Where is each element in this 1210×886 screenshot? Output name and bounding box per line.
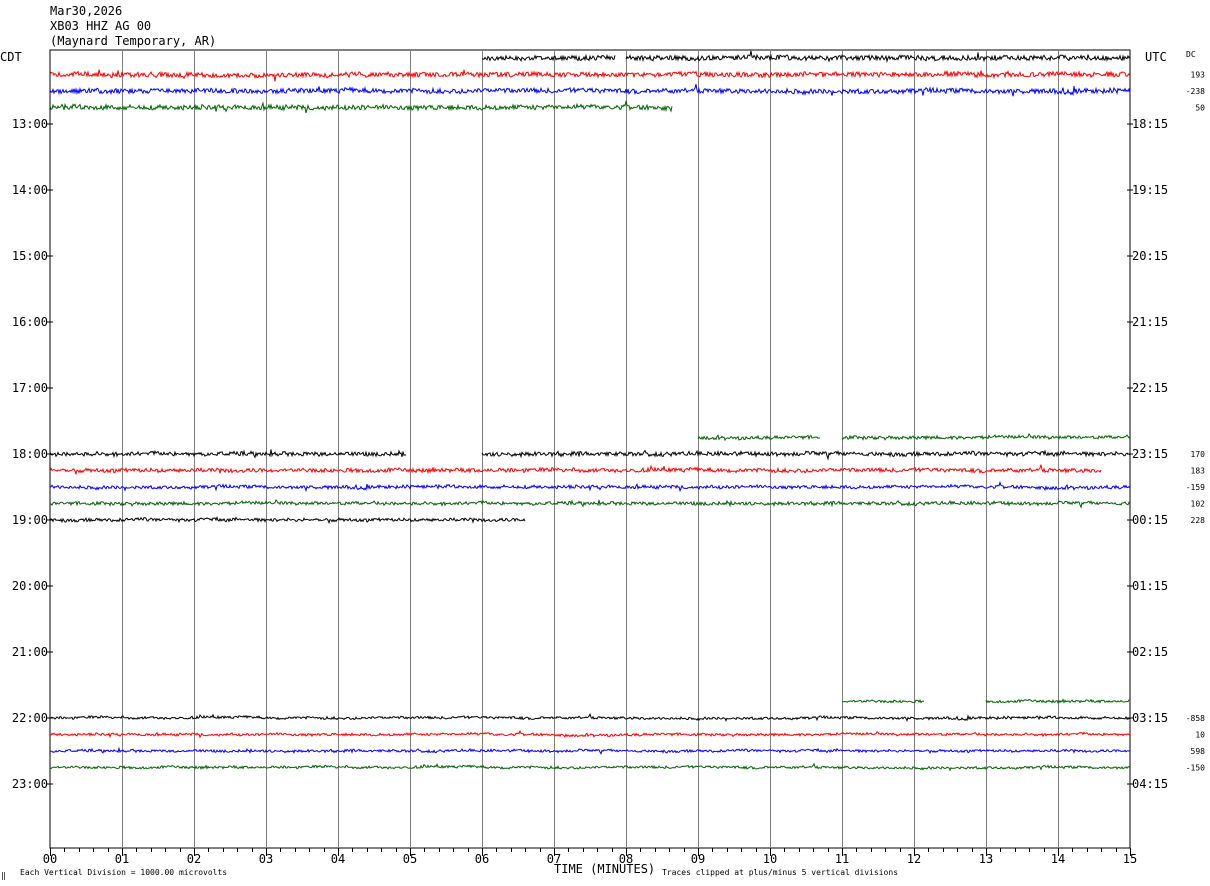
x-tick-label: 00 <box>43 852 57 866</box>
x-tick-label: 03 <box>259 852 273 866</box>
x-tick-label: 02 <box>187 852 201 866</box>
left-hour-label: 19:00 <box>12 513 48 527</box>
x-tick-label: 07 <box>547 852 561 866</box>
left-hour-label: 23:00 <box>12 777 48 791</box>
seismic-trace-row-27 <box>49 499 1131 509</box>
x-tick-label: 01 <box>115 852 129 866</box>
seismic-trace-row-24 <box>481 449 1131 461</box>
left-hour-label: 18:00 <box>12 447 48 461</box>
seismic-trace-row-1 <box>49 69 1131 82</box>
seismic-trace-row-2 <box>49 84 1131 97</box>
seismic-trace-row-40 <box>49 713 1131 722</box>
dc-offset-label: 598 <box>1191 747 1206 756</box>
left-hour-label: 16:00 <box>12 315 48 329</box>
dc-offset-label: 102 <box>1191 500 1206 509</box>
seismic-trace-row-26 <box>49 480 1131 493</box>
x-tick-label: 10 <box>763 852 777 866</box>
right-hour-label: 22:15 <box>1132 381 1168 395</box>
right-hour-label: 04:15 <box>1132 777 1168 791</box>
left-hour-label: 13:00 <box>12 117 48 131</box>
seismic-trace-row-0 <box>481 53 616 62</box>
right-hour-label: 21:15 <box>1132 315 1168 329</box>
x-tick-label: 09 <box>691 852 705 866</box>
dc-offset-label: 228 <box>1191 516 1206 525</box>
x-tick-label: 05 <box>403 852 417 866</box>
seismic-trace-row-25 <box>49 464 1102 476</box>
dc-offset-label: 183 <box>1191 467 1206 476</box>
seismic-trace-row-3 <box>49 100 673 114</box>
dc-offset-label: 50 <box>1195 104 1205 113</box>
seismic-trace-row-42 <box>49 746 1131 755</box>
seismic-trace-row-23 <box>697 434 821 442</box>
seismic-trace-row-43 <box>49 762 1131 772</box>
right-hour-label: 02:15 <box>1132 645 1168 659</box>
x-tick-label: 15 <box>1123 852 1137 866</box>
x-tick-label: 04 <box>331 852 345 866</box>
left-hour-label: 17:00 <box>12 381 48 395</box>
right-hour-label: 20:15 <box>1132 249 1168 263</box>
seismic-trace-row-41 <box>49 729 1131 739</box>
left-hour-label: 14:00 <box>12 183 48 197</box>
right-hour-label: 03:15 <box>1132 711 1168 725</box>
left-hour-label: 20:00 <box>12 579 48 593</box>
dc-offset-label: -159 <box>1186 483 1205 492</box>
seismic-trace-row-39 <box>842 699 925 704</box>
x-tick-label: 11 <box>835 852 849 866</box>
right-hour-label: 19:15 <box>1132 183 1168 197</box>
dc-offset-label: 170 <box>1191 450 1206 459</box>
dc-offset-label: 193 <box>1191 71 1206 80</box>
plot-frame <box>49 49 1131 849</box>
x-tick-label: 12 <box>907 852 921 866</box>
seismic-trace-row-28 <box>49 516 526 524</box>
dc-offset-label: 10 <box>1195 731 1205 740</box>
left-hour-label: 21:00 <box>12 645 48 659</box>
x-tick-label: 08 <box>619 852 633 866</box>
right-hour-label: 18:15 <box>1132 117 1168 131</box>
x-tick-label: 06 <box>475 852 489 866</box>
right-hour-label: 00:15 <box>1132 513 1168 527</box>
seismic-trace-row-24 <box>49 449 407 459</box>
dc-offset-label: -238 <box>1186 87 1205 96</box>
right-hour-label: 01:15 <box>1132 579 1168 593</box>
seismic-trace-row-0 <box>625 50 1131 64</box>
left-hour-label: 15:00 <box>12 249 48 263</box>
right-hour-label: 23:15 <box>1132 447 1168 461</box>
x-tick-label: 14 <box>1051 852 1065 866</box>
dc-offset-label: -150 <box>1186 764 1205 773</box>
dc-offset-label: -858 <box>1186 714 1205 723</box>
left-hour-label: 22:00 <box>12 711 48 725</box>
x-tick-label: 13 <box>979 852 993 866</box>
seismogram-plot: 00 01 02 03 04 05 06 07 08 09 10 11 12 13 14 15 13:00 14:… <box>12 49 1206 866</box>
